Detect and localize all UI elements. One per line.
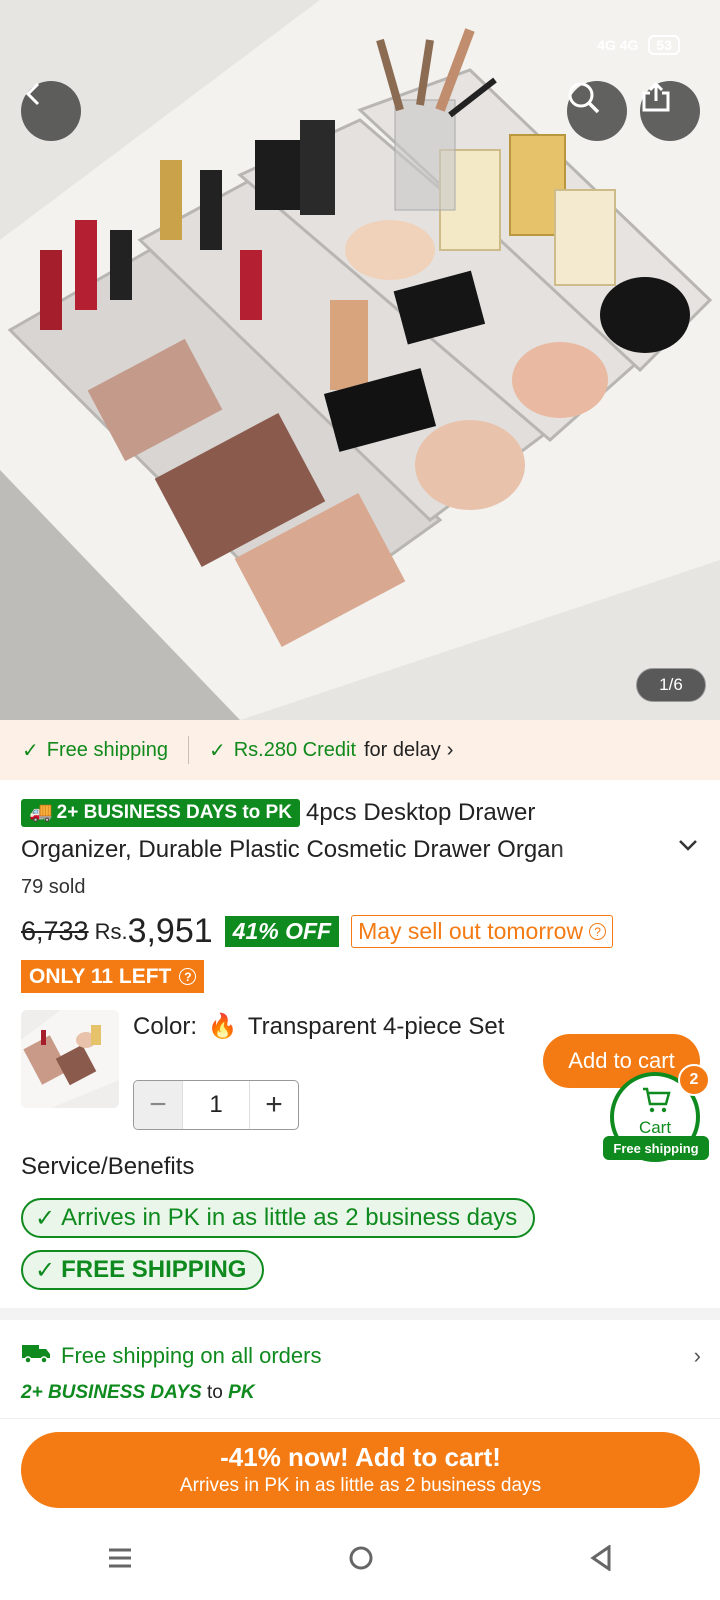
truck-icon: [21, 1342, 51, 1370]
chevron-left-icon: [25, 82, 40, 106]
title-line-1: 4pcs Desktop Drawer: [305, 799, 536, 826]
product-title: 🚚 2+ BUSINESS DAYS to PK 4pcs Desktop Dr…: [21, 794, 661, 868]
stock-label: ONLY 11 LEFT: [29, 964, 172, 988]
quantity-stepper[interactable]: − 1 +: [133, 1080, 299, 1130]
cart-free-shipping-badge: Free shipping: [603, 1136, 709, 1160]
chevron-right-icon: ›: [446, 738, 454, 761]
expand-title-chevron-icon[interactable]: [678, 832, 698, 858]
shipping-strip[interactable]: ✓ Free shipping ✓ Rs.280 Credit for dela…: [0, 720, 720, 780]
cta-add-to-cart-button[interactable]: -41% now! Add to cart! Arrives in PK in …: [21, 1432, 700, 1508]
price-row: 6,733 Rs. 3,951 41% OFF May sell out tom…: [21, 912, 614, 951]
quantity-value[interactable]: 1: [182, 1081, 250, 1129]
benefit-label: Arrives in PK in as little as 2 business…: [61, 1204, 518, 1231]
currency: Rs.: [94, 918, 128, 944]
status-bar: 4G 4G 53: [40, 30, 680, 60]
menu-icon: [109, 1548, 132, 1568]
divider: [187, 736, 189, 764]
battery-indicator: 53: [648, 35, 680, 55]
credit-label: Rs.280 Credit: [233, 738, 356, 761]
question-icon: ?: [179, 968, 197, 985]
benefit-label: FREE SHIPPING: [61, 1256, 247, 1283]
cart-label: Cart: [638, 1118, 672, 1137]
cta-main-label: -41% now! Add to cart!: [220, 1442, 501, 1472]
service-title: Service/Benefits: [21, 1153, 195, 1180]
cta-sub-label: Arrives in PK in as little as 2 business…: [179, 1475, 542, 1496]
original-price: 6,733: [21, 916, 89, 946]
variant-value: Transparent 4-piece Set: [247, 1013, 505, 1040]
benefit-free-shipping: ✓ FREE SHIPPING: [21, 1250, 265, 1290]
variant-thumbnail-image: [21, 1010, 119, 1108]
current-price: 3,951: [127, 912, 213, 950]
variant-label: Color: 🔥 Transparent 4-piece Set: [133, 1012, 513, 1042]
free-shipping-row[interactable]: Free shipping on all orders ›: [21, 1342, 701, 1370]
system-nav-bar: [0, 1516, 720, 1600]
destination-label: PK: [228, 1382, 255, 1403]
increase-quantity-button[interactable]: +: [250, 1081, 298, 1129]
search-icon: [568, 82, 600, 114]
back-triangle-icon: [589, 1545, 611, 1571]
share-button[interactable]: [640, 81, 700, 141]
cart-icon: [643, 1087, 671, 1113]
image-counter: 1/6: [636, 668, 706, 702]
search-button[interactable]: [567, 81, 627, 141]
variant-key: Color:: [133, 1013, 198, 1040]
sellout-badge[interactable]: May sell out tomorrow ?: [351, 915, 614, 948]
business-days-label: 2+ BUSINESS DAYS to PK: [56, 802, 292, 823]
chevron-right-icon: ›: [693, 1343, 701, 1368]
variant-thumbnail[interactable]: [21, 1010, 119, 1108]
title-line-2: Organizer, Durable Plastic Cosmetic Draw…: [21, 836, 564, 863]
sold-count: 79 sold: [21, 876, 86, 898]
stock-badge[interactable]: ONLY 11 LEFT ?: [21, 960, 205, 993]
sellout-label: May sell out tomorrow: [358, 918, 584, 944]
flame-icon: 🔥: [207, 1013, 238, 1040]
decrease-quantity-button[interactable]: −: [134, 1081, 182, 1129]
truck-icon: 🚚: [29, 802, 53, 823]
check-icon: ✓: [208, 739, 226, 762]
network-indicator: 4G 4G: [597, 37, 639, 53]
check-icon: ✓: [35, 1204, 56, 1232]
share-icon: [642, 81, 670, 112]
home-circle-icon: [349, 1546, 373, 1570]
back-button[interactable]: [21, 81, 81, 141]
to-label: to: [207, 1382, 223, 1403]
discount-badge: 41% OFF: [224, 916, 340, 947]
business-days-row: 2+ BUSINESS DAYS to PK: [21, 1382, 255, 1404]
product-image-carousel[interactable]: 4G 4G 53 1/6: [0, 0, 720, 720]
back-nav-button[interactable]: [589, 1545, 613, 1571]
credit-suffix: for delay: [364, 738, 441, 761]
home-nav-button[interactable]: [348, 1545, 374, 1571]
check-icon: ✓: [22, 739, 39, 762]
question-icon: ?: [589, 923, 607, 940]
business-days-badge: 🚚 2+ BUSINESS DAYS to PK: [21, 798, 300, 827]
biz-days-label: 2+ BUSINESS DAYS: [21, 1382, 202, 1403]
check-icon: ✓: [35, 1256, 56, 1284]
section-separator: [0, 1308, 720, 1320]
free-shipping-label: Free shipping: [46, 738, 168, 761]
cart-count-badge: 2: [678, 1064, 710, 1096]
free-shipping-all-label: Free shipping on all orders: [61, 1343, 322, 1368]
benefit-arrival: ✓ Arrives in PK in as little as 2 busine…: [21, 1198, 536, 1238]
menu-nav-button[interactable]: [107, 1547, 133, 1569]
